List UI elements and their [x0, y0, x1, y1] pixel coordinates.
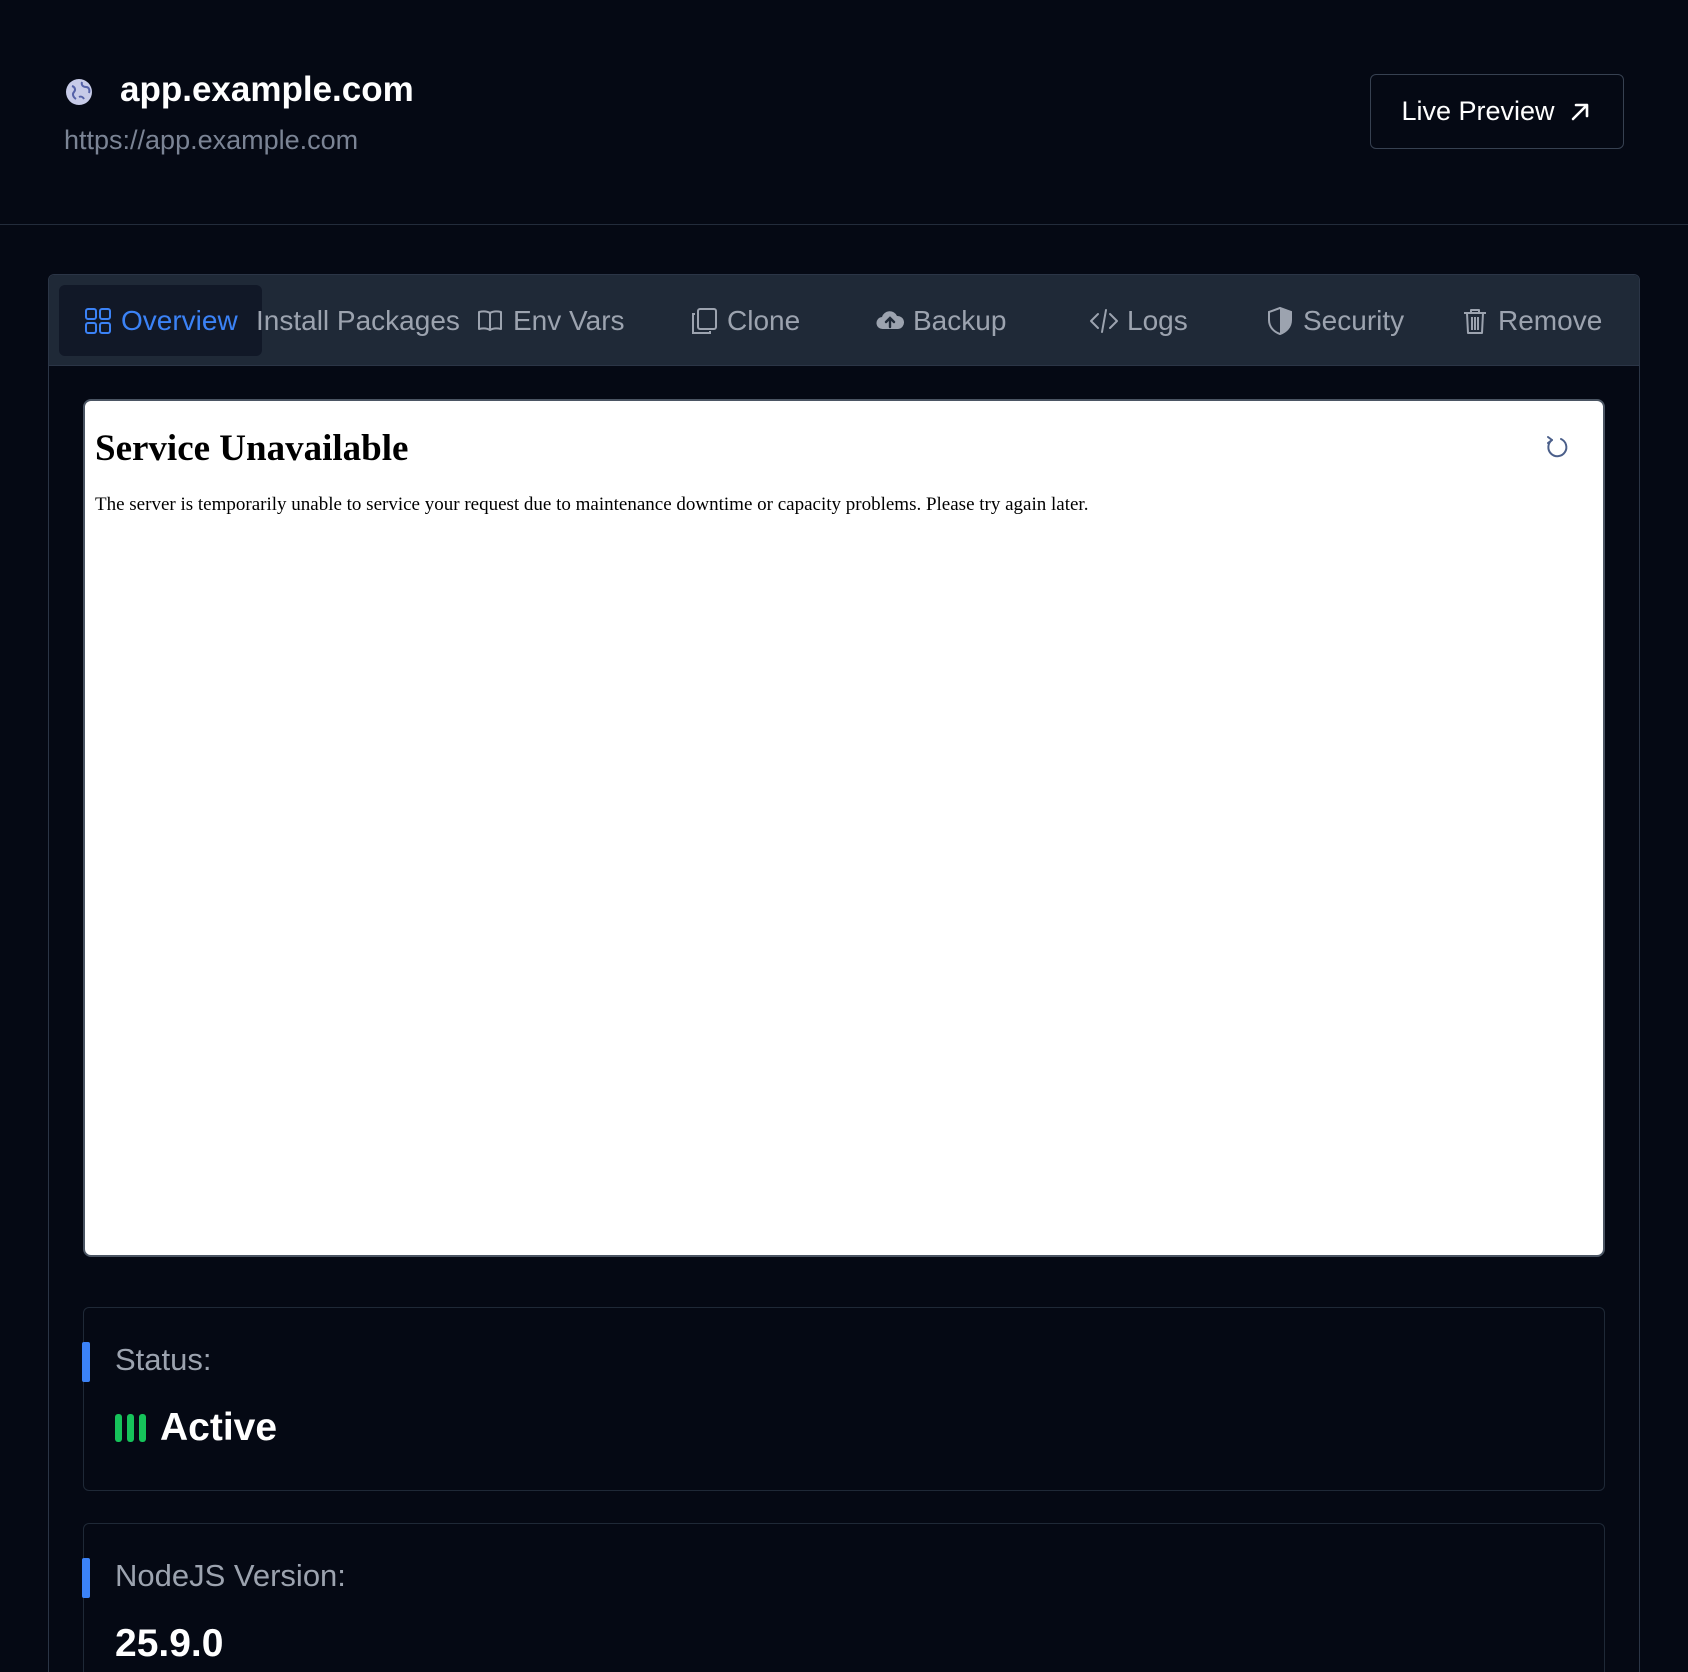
tab-security[interactable]: Security	[1265, 285, 1404, 356]
trash-icon	[1464, 308, 1486, 334]
preview-message: The server is temporarily unable to serv…	[95, 494, 1089, 515]
site-title: app.example.com	[120, 70, 414, 109]
tab-logs[interactable]: Logs	[1089, 285, 1188, 356]
tab-remove[interactable]: Remove	[1460, 285, 1602, 356]
site-preview-frame[interactable]: Service Unavailable The server is tempor…	[83, 399, 1605, 1257]
tab-label: Security	[1303, 304, 1405, 336]
tab-label: Backup	[913, 304, 1007, 336]
signal-bars-icon	[115, 1414, 146, 1442]
main-panel: Overview Install Packages Env Vars Clone…	[48, 274, 1640, 1672]
grid-icon	[85, 307, 111, 334]
live-preview-button[interactable]: Live Preview	[1370, 74, 1624, 149]
tab-label: Remove	[1498, 304, 1603, 336]
tab-label: Overview	[121, 304, 238, 336]
copy-icon	[692, 307, 717, 334]
preview-title: Service Unavailable	[95, 428, 409, 469]
app-header: app.example.com https://app.example.com …	[0, 0, 1688, 225]
tab-env-vars[interactable]: Env Vars	[475, 285, 625, 356]
refresh-icon[interactable]	[1543, 433, 1571, 461]
tab-label: Install Packages	[256, 304, 460, 336]
card-accent-bar	[82, 1342, 90, 1382]
status-text: Active	[160, 1406, 278, 1449]
status-card: Status: Active	[82, 1307, 1605, 1491]
tab-label: Clone	[727, 304, 801, 336]
nodejs-version-label: NodeJS Version:	[115, 1558, 346, 1593]
tab-overview[interactable]: Overview	[59, 285, 262, 356]
live-preview-label: Live Preview	[1401, 96, 1555, 126]
code-icon	[1090, 308, 1118, 333]
status-label: Status:	[115, 1342, 212, 1377]
status-value: Active	[115, 1406, 277, 1450]
nodejs-version-card: NodeJS Version: 25.9.0	[82, 1523, 1605, 1672]
nodejs-version-value: 25.9.0	[115, 1622, 224, 1665]
tab-clone[interactable]: Clone	[689, 285, 800, 356]
tab-label: Env Vars	[513, 304, 625, 336]
site-url[interactable]: https://app.example.com	[64, 125, 358, 156]
tab-bar: Overview Install Packages Env Vars Clone…	[49, 275, 1639, 366]
shield-icon	[1268, 306, 1292, 335]
card-accent-bar	[82, 1558, 90, 1598]
arrow-up-right-icon	[1571, 103, 1588, 120]
cloud-upload-icon	[876, 310, 905, 329]
tab-label: Logs	[1127, 304, 1188, 336]
globe-icon	[66, 79, 92, 105]
tab-backup[interactable]: Backup	[875, 285, 1006, 356]
book-icon	[478, 309, 502, 331]
tab-install-packages[interactable]: Install Packages	[256, 285, 460, 356]
